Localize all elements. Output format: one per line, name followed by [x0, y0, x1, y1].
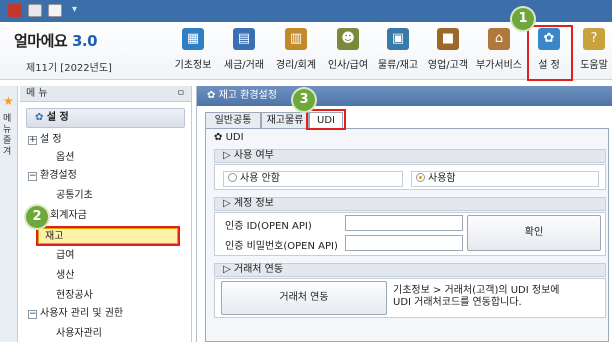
auth-id-label: 인증 ID(OPEN API) — [225, 221, 312, 232]
side-tab-label: 메뉴 즐겨 — [3, 114, 12, 157]
panel-title-bar: ✿ 재고 환경설정 — [197, 86, 612, 106]
toolbar-sales-button[interactable]: ■ 영업/고객 — [424, 28, 472, 76]
sidebar-item-environment[interactable]: − 환경설정 — [28, 168, 77, 184]
sidebar-item-common-basic[interactable]: 공통기초 — [56, 188, 93, 204]
menu-header: 메 뉴 ㅁ — [20, 86, 191, 102]
partner-sync-description: 기초정보 > 거래처(고객)의 UDI 정보에 UDI 거래처코드를 연동합니다… — [393, 285, 560, 308]
sidebar-item-production[interactable]: 생산 — [56, 268, 74, 284]
udi-tab-highlight — [306, 109, 346, 130]
account-group-header[interactable]: ▷ 계정 정보 — [214, 197, 606, 211]
quick-access-dropdown-icon[interactable]: ▾ — [72, 4, 77, 15]
radio-on-icon — [416, 173, 425, 182]
sidebar-item-user-management[interactable]: 사용자관리 — [56, 326, 102, 342]
toolbox-icon[interactable] — [8, 4, 22, 17]
expand-arrow-icon: ▷ — [223, 264, 231, 275]
accounting-icon: ▥ — [285, 28, 307, 50]
tax-document-icon: ▤ — [233, 28, 255, 50]
radio-disable[interactable]: 사용 안함 — [223, 171, 403, 187]
gear-icon: ✿ — [214, 132, 223, 143]
favorites-side-tab[interactable]: ★ 메뉴 즐겨 — [0, 86, 18, 342]
basic-info-icon: ▦ — [182, 28, 204, 50]
sidebar-item-payroll[interactable]: 급여 — [56, 248, 74, 264]
auth-id-input[interactable] — [345, 215, 463, 231]
chart-icon[interactable] — [48, 4, 62, 17]
radio-enable[interactable]: 사용함 — [411, 171, 599, 187]
briefcase-icon: ■ — [437, 28, 459, 50]
callout-2: 2 — [26, 206, 48, 228]
partner-group-header[interactable]: ▷ 거래처 연동 — [214, 263, 606, 277]
sidebar-item-settings[interactable]: + 설 정 — [28, 132, 62, 148]
toolbar-logistics-button[interactable]: ▣ 물류/재고 — [374, 28, 422, 76]
toolbar-help-button[interactable]: ? 도움말 — [576, 28, 612, 76]
settings-highlight — [527, 25, 573, 81]
use-group-header[interactable]: ▷ 사용 여부 — [214, 149, 606, 163]
account-group-body: 인증 ID(OPEN API) 인증 비밀번호(OPEN API) 확인 — [214, 212, 606, 256]
expand-arrow-icon: ▷ — [223, 150, 231, 161]
panel-title: 재고 환경설정 — [218, 90, 277, 101]
truck-icon: ▣ — [387, 28, 409, 50]
callout-1: 1 — [512, 8, 534, 30]
callout-3: 3 — [293, 89, 315, 111]
confirm-button[interactable]: 확인 — [467, 215, 601, 251]
help-book-icon: ? — [583, 28, 605, 50]
sidebar-item-options[interactable]: 옵션 — [56, 150, 74, 166]
toolbar-hr-button[interactable]: ☻ 인사/급여 — [324, 28, 372, 76]
auth-password-input[interactable] — [345, 235, 463, 251]
app-name: 얼마에요 — [14, 32, 68, 50]
tab-general[interactable]: 일반공통 — [205, 112, 261, 128]
people-icon: ☻ — [337, 28, 359, 50]
star-icon: ★ — [3, 94, 14, 108]
gear-icon: ✿ — [207, 90, 216, 101]
toolbar-accounting-button[interactable]: ▥ 경리/회계 — [272, 28, 320, 76]
collapse-icon[interactable]: − — [28, 310, 37, 319]
toolbar-basic-info-button[interactable]: ▦ 기초정보 — [170, 28, 216, 76]
udi-tab-body: ✿ UDI ▷ 사용 여부 사용 안함 사용함 ▷ 계정 정보 인증 ID(OP… — [205, 128, 609, 342]
expand-icon[interactable]: + — [28, 136, 37, 145]
sidebar-item-site-construction[interactable]: 현장공사 — [56, 288, 93, 304]
app-version: 3.0 — [71, 32, 98, 50]
partner-sync-button[interactable]: 거래처 연동 — [221, 281, 387, 315]
expand-arrow-icon: ▷ — [223, 198, 231, 209]
inventory-settings-panel: ✿ 재고 환경설정 일반공통 재고물류 UDI ✿ UDI ▷ 사용 여부 사용… — [196, 86, 612, 342]
building-icon: ⌂ — [488, 28, 510, 50]
sidebar-item-accounting-funds[interactable]: 회계자금 — [50, 208, 87, 224]
partner-group-body: 거래처 연동 기초정보 > 거래처(고객)의 UDI 정보에 UDI 거래처코드… — [214, 278, 606, 318]
inventory-highlight — [36, 226, 180, 246]
gear-icon: ✿ — [35, 112, 44, 123]
pin-icon[interactable]: ㅁ — [177, 86, 185, 102]
brand: 얼마에요 3.0 제11기 [2022년도] — [14, 30, 164, 74]
toolbar-extra-services-button[interactable]: ⌂ 부가서비스 — [474, 28, 524, 76]
tab-inventory-logistics[interactable]: 재고물류 — [261, 112, 309, 128]
auth-password-label: 인증 비밀번호(OPEN API) — [225, 241, 338, 252]
menu-section-settings[interactable]: ✿ 설 정 — [26, 108, 185, 128]
collapse-icon[interactable]: − — [28, 172, 37, 181]
udi-section-title: ✿ UDI — [214, 132, 244, 143]
use-group-body: 사용 안함 사용함 — [214, 164, 606, 190]
calendar-icon[interactable] — [28, 4, 42, 17]
sidebar-item-user-permissions[interactable]: − 사용자 관리 및 권한 — [28, 306, 123, 322]
app-logo: 얼마에요 3.0 — [14, 30, 164, 51]
toolbar-tax-button[interactable]: ▤ 세금/거래 — [220, 28, 268, 76]
fiscal-period: 제11기 [2022년도] — [26, 63, 112, 74]
radio-off-icon — [228, 173, 237, 182]
ribbon-toolbar: 얼마에요 3.0 제11기 [2022년도] ▦ 기초정보 ▤ 세금/거래 ▥ … — [0, 22, 612, 80]
